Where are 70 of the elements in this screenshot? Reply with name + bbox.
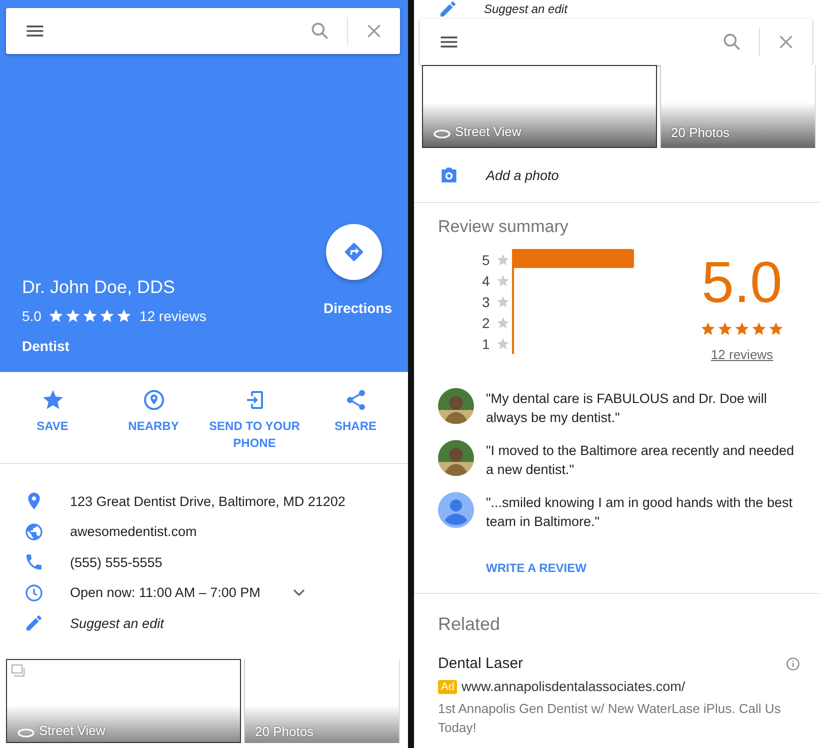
directions-label[interactable]: Directions: [324, 300, 392, 316]
tile-label: Street View: [455, 124, 522, 139]
chevron-icon[interactable]: [292, 588, 306, 598]
review-text: "I moved to the Baltimore area recently and needed a new dentist.": [486, 442, 795, 479]
street-view-tile[interactable]: Street View: [422, 65, 657, 148]
info-icon[interactable]: [786, 656, 800, 670]
info-text: Open now: 11:00 AM – 7:00 PM: [70, 585, 260, 600]
place-category: Dentist: [22, 338, 70, 354]
tile-label: 20 Photos: [671, 125, 730, 140]
action-button[interactable]: SAVE: [2, 372, 103, 463]
section-title: Related: [438, 614, 502, 635]
pencil-icon: [24, 613, 44, 634]
star-icon: [116, 308, 132, 324]
tile-label: 20 Photos: [255, 724, 314, 738]
clock-icon: [24, 582, 44, 603]
phone-icon: [24, 552, 44, 572]
star-icon: [496, 294, 510, 308]
pencil-icon: [438, 0, 458, 18]
star-icon: [751, 321, 767, 337]
write-review-button[interactable]: WRITE A REVIEW: [486, 561, 586, 575]
directions-button[interactable]: [326, 224, 382, 280]
star-icon: [99, 308, 116, 324]
location-icon: [142, 388, 166, 412]
place-name: Dr. John Doe, DDS: [22, 277, 176, 298]
directions-icon: [342, 241, 365, 263]
ad-description: 1st Annapolis Gen Dentist w/ New WaterLase iPlus. Call Us Today!: [438, 700, 782, 737]
action-button[interactable]: NEARBY: [103, 372, 204, 463]
average-rating: 5.0: [702, 251, 782, 315]
action-button[interactable]: SEND TO YOUR PHONE: [204, 372, 305, 463]
review-text: "...smiled knowing I am in good hands with the best team in Baltimore.": [486, 494, 794, 531]
add-photo-link[interactable]: Add a photo: [486, 168, 559, 182]
globe-icon: [24, 522, 44, 542]
avatar-icon: [438, 492, 474, 528]
star-icon: [700, 321, 716, 337]
photos-tile[interactable]: 20 Photos: [244, 658, 400, 742]
info-text: (555) 555-5555: [70, 554, 162, 570]
review-text: "My dental care is FABULOUS and Dr. Doe will always be my dentist.": [486, 390, 768, 427]
star-icon: [496, 252, 510, 266]
section-title: Review summary: [437, 216, 570, 238]
star-icon: [734, 321, 750, 337]
photos-tile[interactable]: 20 Photos: [660, 65, 816, 148]
star-icon: [717, 321, 733, 337]
star-icon: [768, 321, 784, 337]
reviews-link[interactable]: 12 reviews: [710, 347, 774, 362]
info-text: 123 Great Dentist Drive, Baltimore, MD 21202: [70, 494, 346, 509]
info-text[interactable]: Suggest an edit: [484, 2, 568, 16]
tile-label: Street View: [39, 722, 106, 738]
star-icon: [496, 336, 510, 350]
star-level-label: 2: [482, 314, 491, 330]
star-icon: [48, 308, 64, 324]
star-icon: [496, 316, 510, 330]
star-icon: [65, 308, 82, 324]
star-level-label: 5: [482, 252, 491, 268]
rating-value: 5.0: [22, 308, 42, 324]
star-level-label: 4: [482, 272, 491, 288]
star-icon: [496, 274, 510, 288]
ad-url[interactable]: www.annapolisdentalassociates.com/: [461, 679, 686, 694]
info-text[interactable]: Suggest an edit: [70, 616, 164, 631]
info-text[interactable]: awesomedentist.com: [70, 524, 197, 540]
search-icon[interactable]: [309, 20, 331, 42]
search-icon[interactable]: [721, 31, 743, 53]
image-icon: [11, 664, 25, 678]
star-icon: [82, 308, 98, 324]
review-count: 12 reviews: [139, 308, 206, 324]
ad-badge: Ad: [438, 680, 458, 694]
star-level-label: 3: [482, 294, 491, 310]
ad-title[interactable]: Dental Laser: [438, 655, 524, 672]
star-level-label: 1: [482, 336, 491, 352]
action-button[interactable]: SHARE: [305, 372, 406, 463]
street-view-tile[interactable]: Street View: [6, 658, 241, 742]
